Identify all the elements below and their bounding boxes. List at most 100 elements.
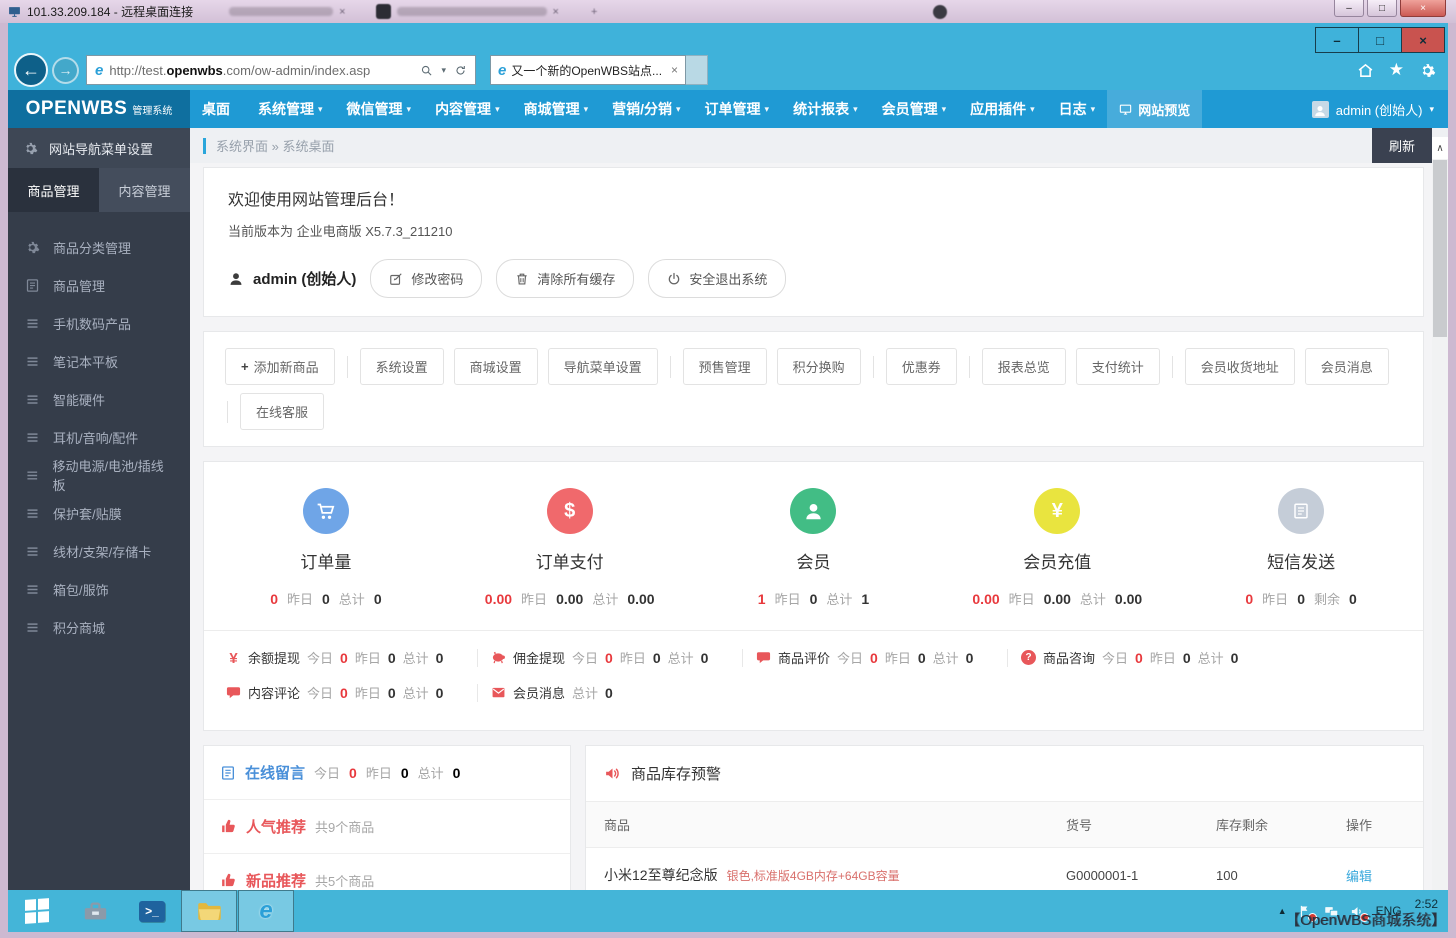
nav-item-plugins[interactable]: 应用插件 ▾ (958, 90, 1047, 128)
power-icon (667, 272, 681, 286)
user-menu[interactable]: admin (创始人) ▾ (1311, 100, 1434, 119)
sidebar-tab-content[interactable]: 内容管理 (99, 168, 190, 212)
ghost-tab (396, 7, 547, 16)
home-icon[interactable] (1357, 62, 1374, 79)
forward-button[interactable]: → (52, 56, 79, 84)
rdp-maximize-button[interactable]: □ (1367, 0, 1397, 17)
sidebar-item-smart-hardware[interactable]: 智能硬件 (8, 380, 190, 418)
sidebar-item-product-mgmt[interactable]: 商品管理 (8, 266, 190, 304)
system-settings-button[interactable]: 系统设置 (359, 348, 444, 385)
chat-bubble-icon (226, 685, 241, 700)
logout-button[interactable]: 安全退出系统 (648, 259, 787, 298)
back-button[interactable]: ← (14, 53, 48, 87)
site-preview-button[interactable]: 网站预览 (1107, 90, 1203, 128)
version-text: 当前版本为 企业电商版 X5.7.3_211210 (228, 224, 453, 239)
ie-close-button[interactable]: × (1401, 27, 1445, 53)
rdp-title: 101.33.209.184 - 远程桌面连接 (27, 5, 194, 19)
nav-item-wechat[interactable]: 微信管理 ▾ (335, 90, 424, 128)
nav-item-members[interactable]: 会员管理 ▾ (870, 90, 959, 128)
sidebar-item-phones[interactable]: 手机数码产品 (8, 304, 190, 342)
stat-orders: 订单量 0 昨日 0 总计 0 (204, 482, 448, 630)
online-service-button[interactable]: 在线客服 (240, 393, 325, 430)
system-tray: ▲ ENG 2:52 【OpenWBS商城系统】 (1278, 890, 1448, 932)
stat-order-payment: $ 订单支付 0.00 昨日 0.00 总计 0.00 (448, 482, 692, 630)
member-message-button[interactable]: 会员消息 (1304, 348, 1389, 385)
yen-icon: ¥ (229, 650, 238, 667)
nav-item-reports[interactable]: 统计报表 ▾ (781, 90, 870, 128)
tab-close-icon[interactable]: × (671, 63, 678, 77)
refresh-icon[interactable] (454, 64, 467, 77)
ie-restore-button[interactable]: □ (1358, 27, 1402, 53)
inventory-title: 商品库存预警 (631, 766, 722, 783)
nav-menu-settings-button[interactable]: 导航菜单设置 (547, 348, 658, 385)
coupon-button[interactable]: 优惠券 (885, 348, 957, 385)
server-manager-icon[interactable] (67, 890, 123, 932)
nav-item-system[interactable]: 系统管理 ▾ (246, 90, 335, 128)
col-action: 操作 (1328, 801, 1423, 848)
logo-text: OPENWBS (25, 98, 128, 119)
new-recommend-row[interactable]: 新品推荐 共5个商品 (204, 854, 570, 890)
add-product-button[interactable]: + 添加新商品 (225, 348, 335, 385)
sidebar-item-cases[interactable]: 保护套/贴膜 (8, 494, 190, 532)
hot-recommend-row[interactable]: 人气推荐 共9个商品 (204, 800, 570, 854)
payment-stats-button[interactable]: 支付统计 (1075, 348, 1160, 385)
ie-toolbar: ★ (1357, 60, 1436, 80)
scroll-up-icon[interactable]: ∧ (1432, 137, 1448, 159)
ministat-commission-withdraw: 佣金提现 今日 0 昨日 0 总计 0 (491, 648, 729, 667)
search-caret-icon[interactable]: ▾ (441, 65, 446, 76)
ghost-tab-close-icon: × (339, 5, 346, 18)
nav-item-logs[interactable]: 日志 ▾ (1047, 90, 1108, 128)
start-button[interactable] (8, 890, 66, 932)
change-password-button[interactable]: 修改密码 (370, 259, 483, 298)
file-explorer-icon[interactable] (181, 890, 237, 932)
report-overview-button[interactable]: 报表总览 (981, 348, 1066, 385)
sidebar-item-points-mall[interactable]: 积分商城 (8, 608, 190, 646)
browser-tab[interactable]: e 又一个新的OpenWBS站点... × (490, 55, 686, 85)
points-exchange-button[interactable]: 积分换购 (776, 348, 861, 385)
online-messages-row[interactable]: 在线留言 今日 0 昨日 0 总计 0 (204, 746, 570, 800)
rdp-minimize-button[interactable]: – (1334, 0, 1364, 17)
sidebar-item-bags[interactable]: 箱包/服饰 (8, 570, 190, 608)
nav-item-mall[interactable]: 商城管理 ▾ (512, 90, 601, 128)
search-icon[interactable] (420, 64, 433, 77)
list-icon (25, 506, 40, 521)
sidebar-item-laptops[interactable]: 笔记本平板 (8, 342, 190, 380)
sidebar-item-cables[interactable]: 线材/支架/存储卡 (8, 532, 190, 570)
nav-item-desktop[interactable]: 桌面 (190, 90, 246, 128)
dollar-icon: $ (546, 488, 593, 534)
inventory-table: 商品 货号 库存剩余 操作 小米12至尊纪念版 银色,标准版4GB内存+64GB容… (586, 801, 1423, 890)
settings-gear-icon[interactable] (1419, 62, 1436, 79)
clear-cache-button[interactable]: 清除所有缓存 (496, 259, 635, 298)
main-area: 系统界面 » 系统桌面 刷新 欢迎使用网站管理后台！ 当前版本为 企业电商版 X… (190, 128, 1432, 890)
sidebar-header-nav-menu-settings[interactable]: 网站导航菜单设置 (8, 128, 190, 168)
sidebar-item-category-mgmt[interactable]: 商品分类管理 (8, 228, 190, 266)
taskbar: >_ e ▲ ENG 2:52 【OpenWBS商城系统】 (8, 890, 1448, 932)
nav-item-marketing[interactable]: 营销/分销 ▾ (600, 90, 692, 128)
sidebar-item-audio[interactable]: 耳机/音响/配件 (8, 418, 190, 456)
mall-settings-button[interactable]: 商城设置 (453, 348, 538, 385)
gear-icon (25, 240, 40, 255)
chevron-down-icon: ▾ (1090, 103, 1096, 114)
favorites-star-icon[interactable]: ★ (1389, 60, 1404, 80)
sidebar-item-power[interactable]: 移动电源/电池/插线板 (8, 456, 190, 494)
internet-explorer-icon[interactable]: e (238, 890, 294, 932)
rdp-close-button[interactable]: × (1400, 0, 1446, 17)
nav-item-orders[interactable]: 订单管理 ▾ (693, 90, 782, 128)
presale-button[interactable]: 预售管理 (682, 348, 767, 385)
new-tab-button[interactable] (686, 55, 708, 85)
scrollbar-thumb[interactable] (1433, 160, 1447, 337)
question-icon: ? (1021, 650, 1036, 665)
powershell-icon[interactable]: >_ (124, 890, 180, 932)
edit-link[interactable]: 编辑 (1346, 869, 1372, 884)
ie-minimize-button[interactable]: – (1315, 27, 1359, 53)
dashboard-content: 欢迎使用网站管理后台！ 当前版本为 企业电商版 X5.7.3_211210 ad… (190, 163, 1432, 890)
page-scrollbar[interactable]: ∧ (1432, 128, 1448, 890)
cart-icon (302, 488, 349, 534)
nav-item-content[interactable]: 内容管理 ▾ (423, 90, 512, 128)
remote-desktop: – □ × ← → e http://test.openwbs.com/ow-a… (8, 23, 1448, 932)
divider (1007, 648, 1008, 667)
sidebar-tab-products[interactable]: 商品管理 (8, 168, 99, 212)
member-address-button[interactable]: 会员收货地址 (1184, 348, 1295, 385)
address-bar[interactable]: e http://test.openwbs.com/ow-admin/index… (86, 55, 476, 85)
refresh-button[interactable]: 刷新 (1371, 128, 1432, 163)
